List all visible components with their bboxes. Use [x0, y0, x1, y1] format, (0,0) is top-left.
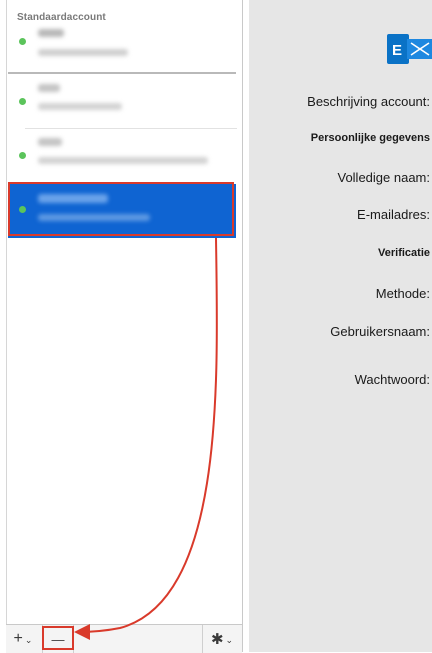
- status-online-icon: [19, 38, 26, 45]
- svg-text:E: E: [392, 42, 402, 59]
- account-item-2[interactable]: [8, 78, 236, 128]
- account-email-redacted: [38, 103, 122, 110]
- account-item-1[interactable]: [8, 22, 236, 74]
- status-online-icon: [19, 152, 26, 159]
- personal-info-section-header: Persoonlijke gegevens: [310, 132, 430, 144]
- chevron-down-icon: ⌄: [225, 634, 234, 645]
- account-description-label: Beschrijving account:: [307, 94, 430, 109]
- remove-account-button[interactable]: —: [42, 625, 74, 653]
- account-email-redacted: [38, 157, 208, 164]
- username-label: Gebruikersnaam:: [330, 324, 430, 339]
- account-email-redacted: [38, 214, 150, 221]
- minus-icon: —: [51, 631, 65, 647]
- plus-icon: +: [13, 630, 23, 647]
- account-item-3[interactable]: [8, 132, 236, 180]
- gear-icon: ✱: [210, 631, 224, 648]
- chevron-down-icon: ⌄: [24, 634, 33, 645]
- account-item-4-selected[interactable]: [8, 184, 236, 238]
- account-name-redacted: [38, 138, 62, 146]
- account-list-toolbar: + ⌄ — ✱ ⌄: [6, 624, 242, 653]
- password-label: Wachtwoord:: [354, 372, 430, 387]
- exchange-logo-icon: E: [387, 34, 432, 64]
- verification-section-header: Verificatie: [378, 247, 430, 259]
- full-name-label: Volledige naam:: [337, 170, 430, 185]
- status-online-icon: [19, 206, 26, 213]
- account-list-sidebar: Standaardaccount: [6, 0, 243, 652]
- email-address-label: E-mailadres:: [357, 207, 430, 222]
- list-divider: [25, 128, 237, 129]
- method-label: Methode:: [375, 286, 430, 301]
- add-account-button[interactable]: + ⌄: [8, 625, 38, 653]
- account-name-redacted: [38, 29, 64, 37]
- account-name-redacted: [38, 84, 60, 92]
- account-email-redacted: [38, 49, 128, 56]
- status-online-icon: [19, 98, 26, 105]
- account-actions-menu-button[interactable]: ✱ ⌄: [202, 625, 241, 653]
- account-name-redacted: [38, 194, 108, 203]
